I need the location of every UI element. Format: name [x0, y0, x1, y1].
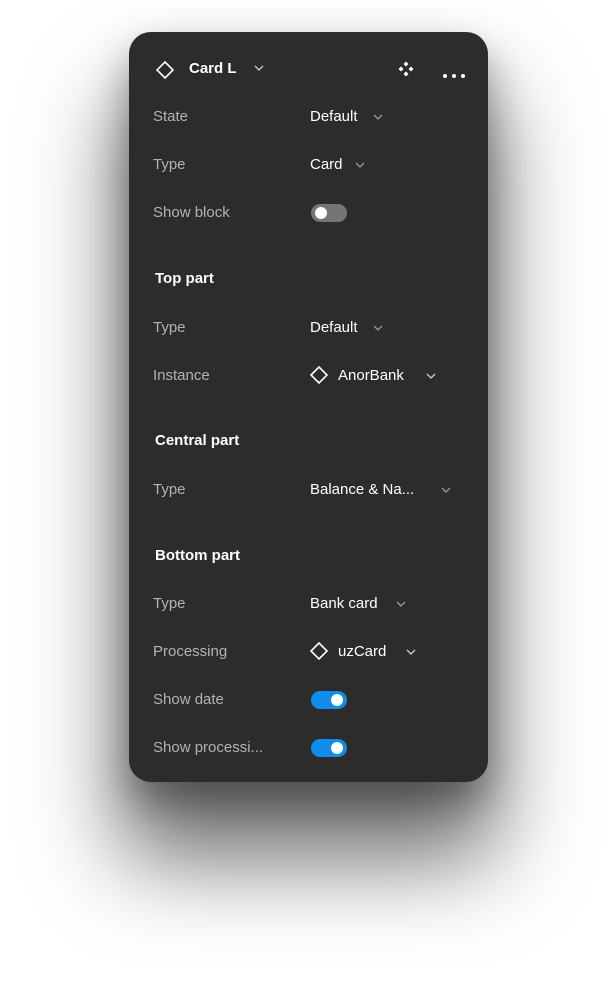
processing-label: Processing — [153, 643, 228, 660]
chevron-down-icon[interactable] — [373, 114, 383, 120]
type-label: Type — [153, 156, 186, 173]
chevron-down-icon[interactable] — [426, 373, 436, 379]
show-date-label: Show date — [153, 691, 224, 708]
component-instance-icon — [309, 365, 329, 390]
chevron-down-icon[interactable] — [441, 487, 451, 493]
instance-label: Instance — [153, 367, 210, 384]
instance-dropdown[interactable]: AnorBank — [338, 367, 404, 385]
chevron-down-icon[interactable] — [373, 325, 383, 331]
top-type-dropdown[interactable]: Default — [310, 319, 358, 337]
toggle-knob — [331, 742, 343, 754]
toggle-knob — [331, 694, 343, 706]
component-title[interactable]: Card L — [189, 60, 237, 78]
top-type-label: Type — [153, 319, 186, 336]
bottom-type-dropdown[interactable]: Bank card — [310, 595, 378, 613]
show-date-toggle[interactable] — [311, 691, 347, 709]
show-processing-label: Show processi... — [153, 739, 264, 756]
component-instance-icon — [155, 60, 175, 85]
type-dropdown[interactable]: Card — [310, 156, 343, 174]
chevron-down-icon[interactable] — [406, 649, 416, 655]
bottom-part-heading: Bottom part — [155, 547, 240, 564]
state-dropdown[interactable]: Default — [310, 108, 358, 126]
chevron-down-icon[interactable] — [396, 601, 406, 607]
properties-panel: Card L State Default Type Card Show bloc… — [129, 32, 488, 782]
component-icon[interactable] — [397, 60, 415, 83]
more-icon[interactable] — [442, 66, 466, 84]
state-label: State — [153, 108, 189, 125]
central-part-heading: Central part — [155, 432, 240, 449]
chevron-down-icon[interactable] — [254, 65, 264, 71]
central-type-dropdown[interactable]: Balance & Na... — [310, 481, 414, 499]
top-part-heading: Top part — [155, 270, 214, 287]
show-block-toggle[interactable] — [311, 204, 347, 222]
toggle-knob — [315, 207, 327, 219]
show-block-label: Show block — [153, 204, 230, 221]
chevron-down-icon[interactable] — [355, 162, 365, 168]
component-instance-icon — [309, 641, 329, 666]
bottom-type-label: Type — [153, 595, 186, 612]
central-type-label: Type — [153, 481, 186, 498]
processing-dropdown[interactable]: uzCard — [338, 643, 386, 661]
show-processing-toggle[interactable] — [311, 739, 347, 757]
